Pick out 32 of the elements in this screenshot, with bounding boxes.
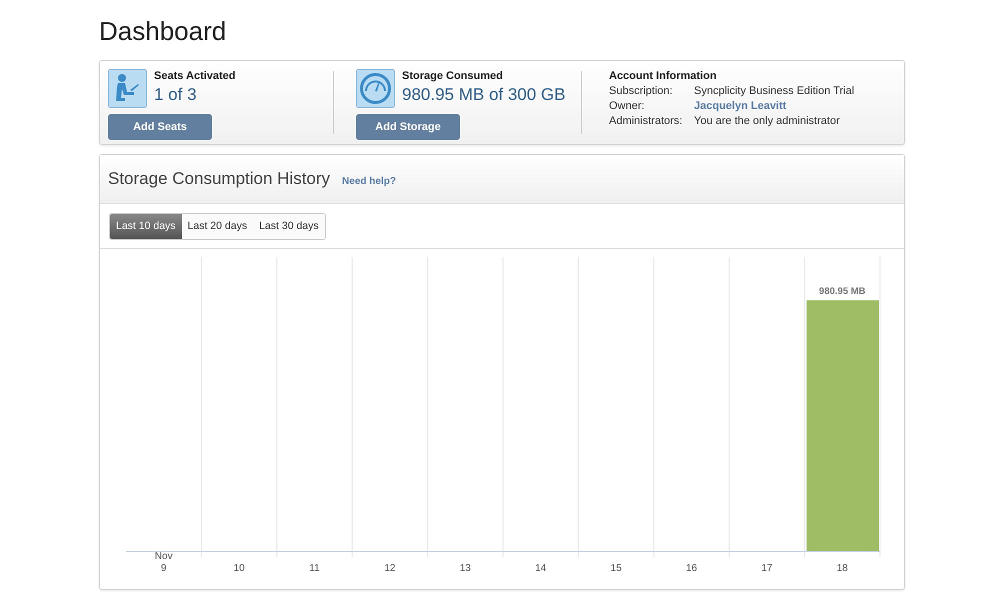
axis-label: 11 — [309, 563, 320, 574]
axis-label: 18 — [836, 563, 848, 574]
axis-label: 13 — [460, 563, 471, 574]
add-button[interactable]: Add Seats — [108, 114, 212, 140]
range-tab[interactable]: Last 10 days — [110, 214, 182, 238]
account-label: Owner: — [609, 99, 646, 113]
axis-label: 12 — [384, 563, 396, 574]
help-link[interactable]: Need help? — [342, 172, 396, 186]
axis-label: Nov 9 — [154, 551, 173, 574]
axis-label: 15 — [610, 563, 622, 574]
stat-value: 980.95 MB of 300 GB — [402, 85, 566, 105]
stat-label: Storage Consumed — [402, 70, 504, 82]
stat-label: Seats Activated — [154, 70, 236, 82]
page-title: Dashboard — [99, 16, 228, 47]
person-at-laptop-icon — [108, 69, 147, 108]
range-tab[interactable]: Last 30 days — [253, 214, 325, 238]
axis-label: 14 — [535, 563, 546, 574]
axis-label: 10 — [234, 563, 245, 574]
account-title: Account Information — [609, 70, 718, 82]
account-value: Syncplicity Business Edition Trial — [694, 84, 854, 98]
stat-value: 1 of 3 — [154, 85, 198, 105]
range-tab[interactable]: Last 20 days — [182, 214, 254, 238]
axis-label: 17 — [761, 563, 772, 574]
account-label: Administrators: — [609, 114, 684, 128]
panel-title: Storage Consumption History — [108, 169, 330, 189]
account-label: Subscription: — [609, 84, 674, 98]
add-button[interactable]: Add Storage — [356, 114, 460, 140]
axis-label: 16 — [686, 563, 698, 574]
owner-link[interactable]: Jacquelyn Leavitt — [694, 99, 854, 113]
account-value: You are the only administrator — [694, 114, 841, 128]
gauge-icon — [356, 69, 395, 108]
bar-value-label: 980.95 MB — [819, 286, 866, 298]
